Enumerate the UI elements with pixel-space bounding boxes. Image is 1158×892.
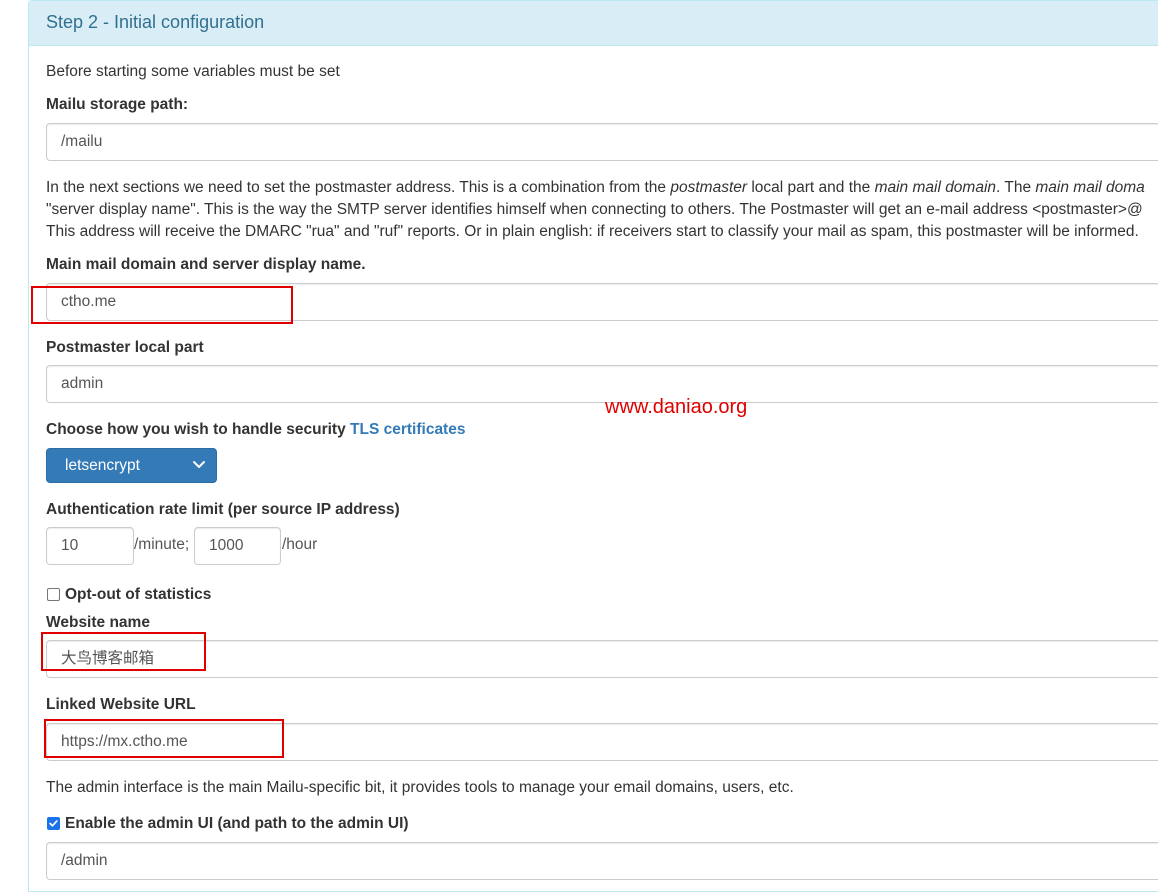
intro-text: Before starting some variables must be s…: [46, 63, 340, 80]
admin-path-input[interactable]: /admin: [46, 842, 1158, 880]
main-domain-label: Main mail domain and server display name…: [46, 256, 366, 273]
tls-label: Choose how you wish to handle security T…: [46, 421, 466, 438]
admin-ui-label: Enable the admin UI (and path to the adm…: [65, 815, 409, 832]
rate-limit-label: Authentication rate limit (per source IP…: [46, 501, 400, 518]
watermark-text: www.daniao.org: [605, 396, 748, 418]
admin-info-text: The admin interface is the main Mailu-sp…: [46, 779, 794, 796]
tls-select[interactable]: letsencrypt: [46, 448, 217, 483]
postmaster-input[interactable]: admin: [46, 365, 1158, 403]
per-hour-unit: /hour: [282, 536, 318, 553]
website-name-input[interactable]: 大鸟博客邮箱: [46, 640, 1158, 678]
per-minute-unit: /minute;: [134, 536, 190, 553]
postmaster-info-line-3: This address will receive the DMARC "rua…: [46, 223, 1139, 240]
highlight-box-website-name: [41, 632, 206, 671]
highlight-box-website-url: [44, 719, 284, 758]
chevron-down-icon: [193, 461, 205, 468]
highlight-box-domain: [31, 286, 293, 324]
tls-certificates-link[interactable]: TLS certificates: [350, 421, 465, 438]
statistics-label: Opt-out of statistics: [65, 586, 212, 603]
website-url-label: Linked Website URL: [46, 696, 196, 713]
storage-path-label: Mailu storage path:: [46, 96, 189, 113]
rate-per-hour-input[interactable]: 1000: [194, 527, 281, 565]
rate-per-minute-input[interactable]: 10: [46, 527, 134, 565]
postmaster-label: Postmaster local part: [46, 339, 204, 356]
admin-ui-checkbox[interactable]: [47, 817, 60, 830]
website-name-label: Website name: [46, 614, 150, 631]
panel-title: Step 2 - Initial configuration: [46, 12, 265, 32]
panel-heading: Step 2 - Initial configuration: [29, 1, 1158, 46]
postmaster-info-line-1: In the next sections we need to set the …: [46, 179, 1145, 196]
postmaster-info-line-2: "server display name". This is the way t…: [46, 201, 1143, 218]
checkmark-icon: [49, 820, 58, 827]
storage-path-input[interactable]: /mailu: [46, 123, 1158, 161]
statistics-checkbox[interactable]: [47, 588, 60, 601]
tls-select-value: letsencrypt: [65, 457, 140, 474]
